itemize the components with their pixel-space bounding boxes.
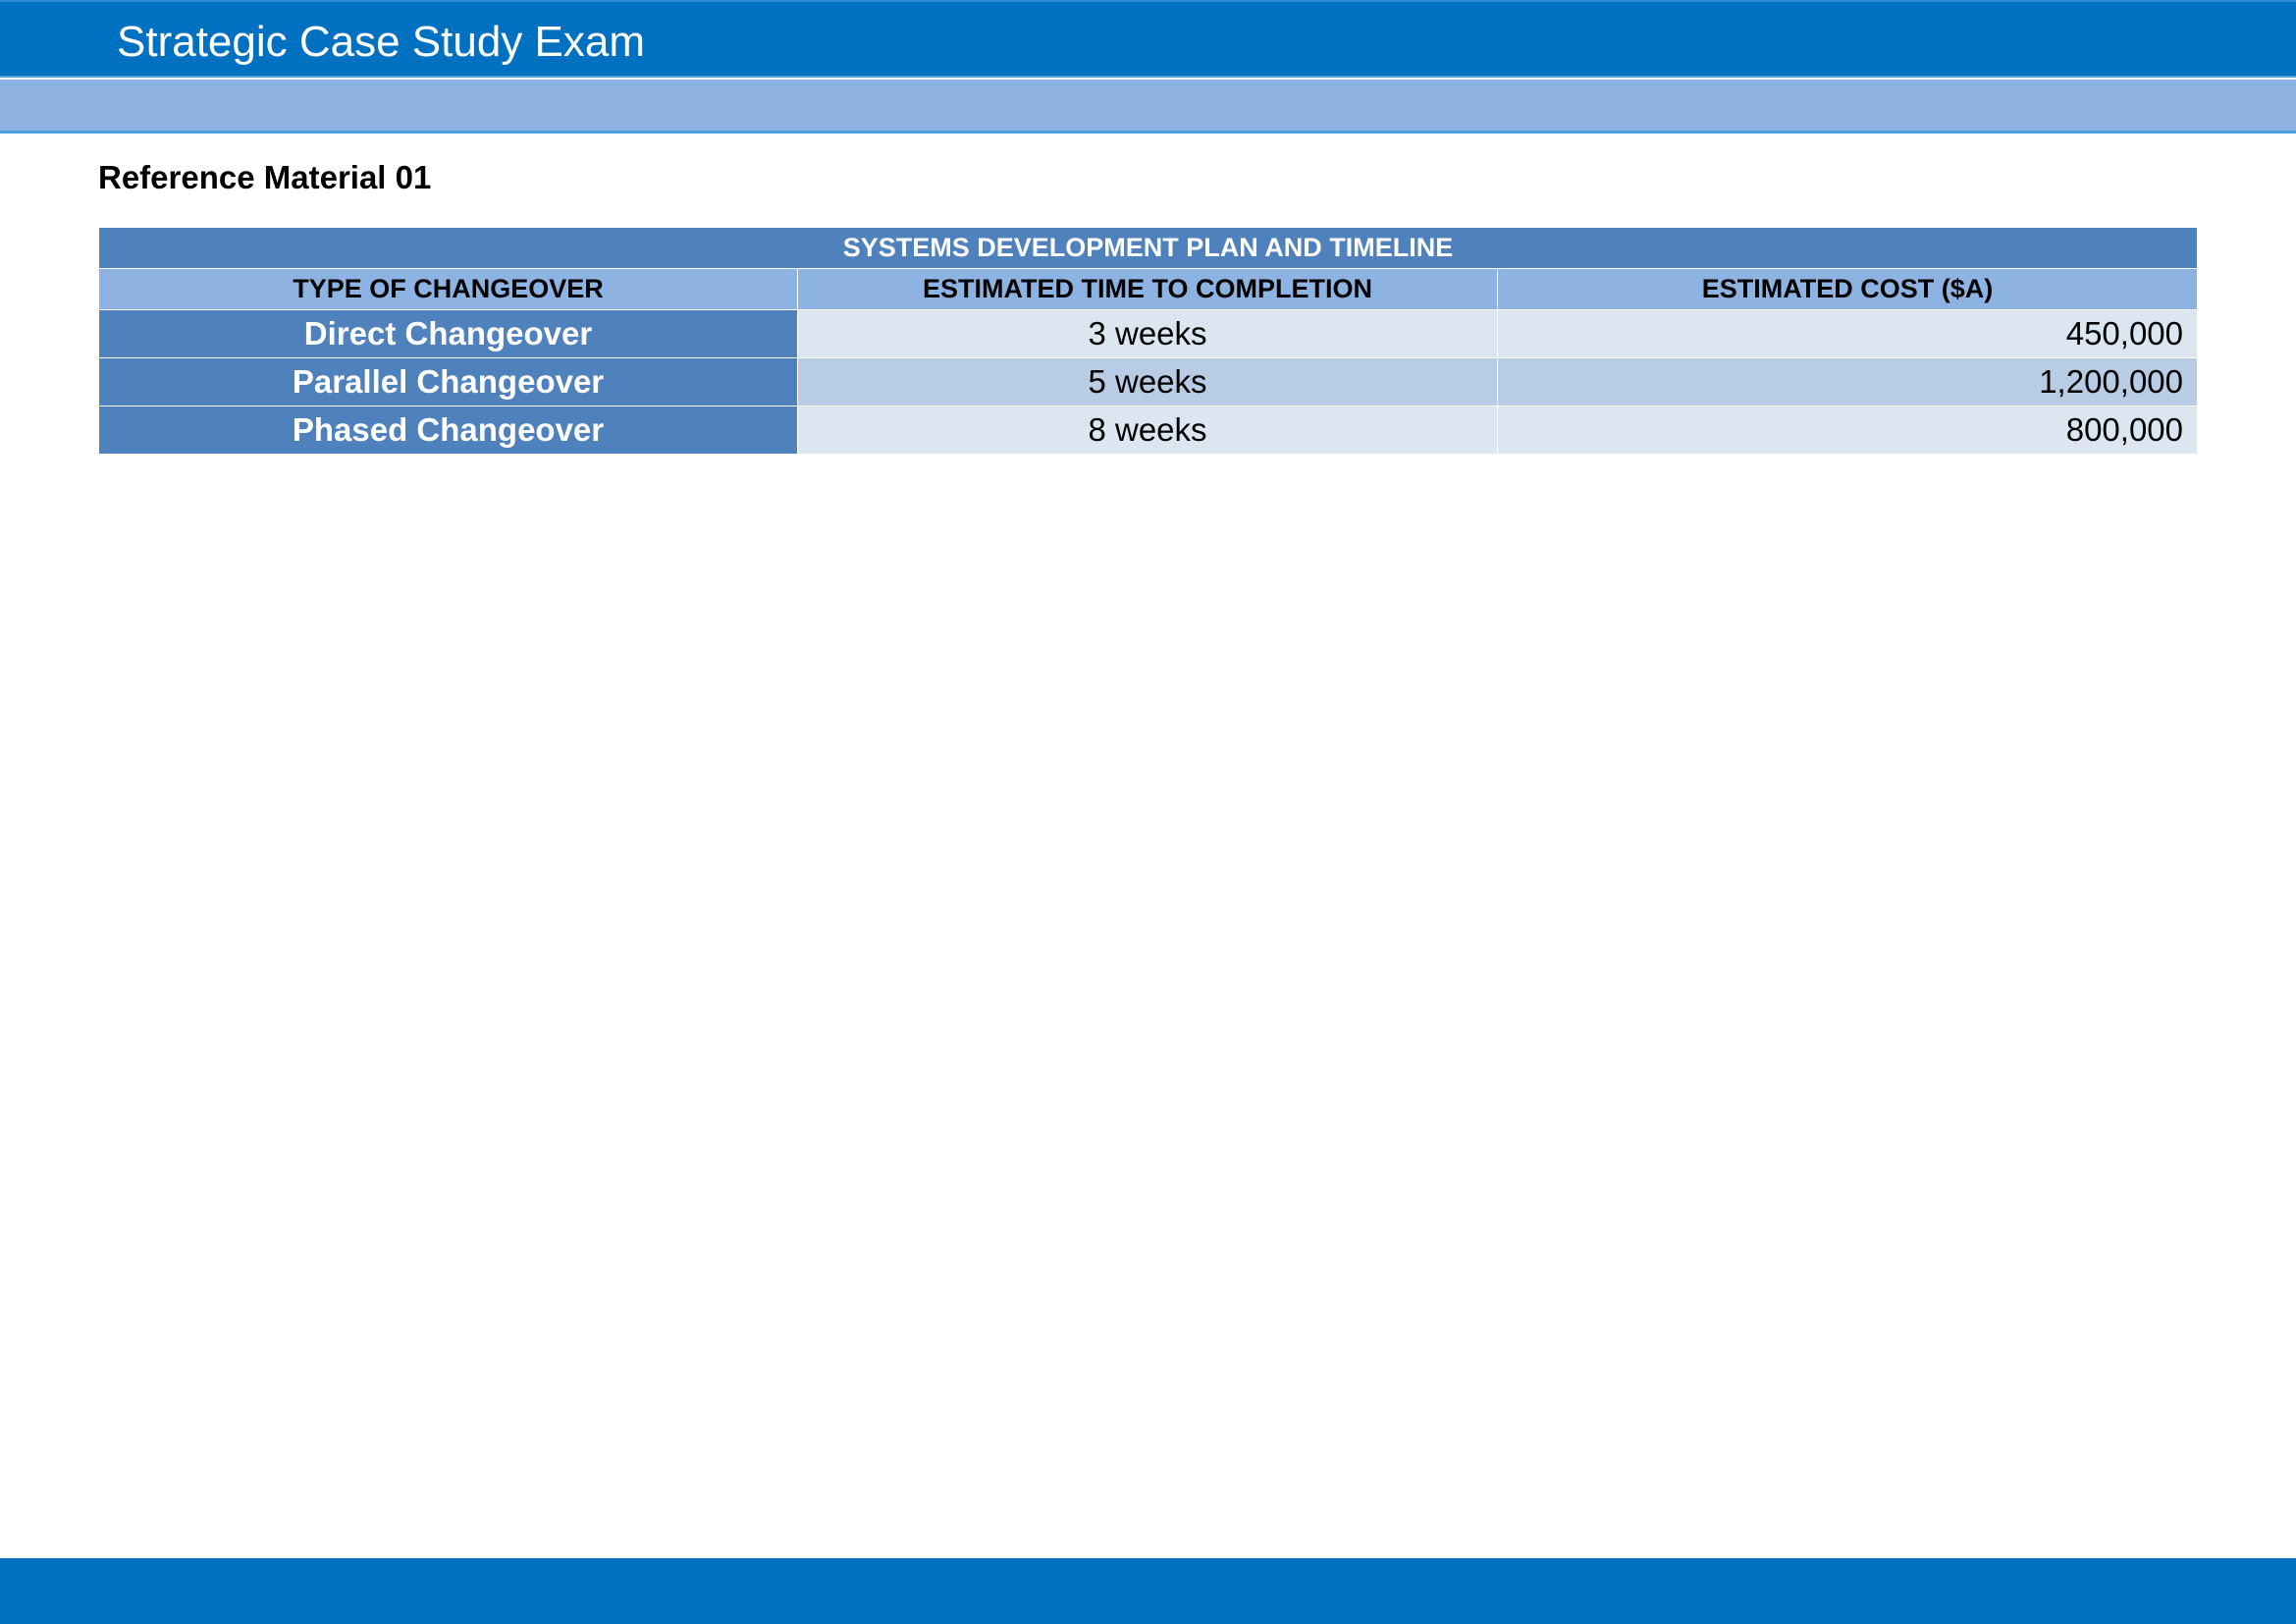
table-row: Phased Changeover 8 weeks 800,000 (98, 406, 2199, 455)
reference-heading: Reference Material 01 (98, 159, 432, 195)
estimated-cost: 450,000 (1496, 309, 2199, 358)
changeover-type: Phased Changeover (98, 406, 798, 455)
sub-header-bar (0, 80, 2296, 134)
changeover-type: Direct Changeover (98, 309, 798, 358)
changeover-type: Parallel Changeover (98, 357, 798, 406)
completion-time: 8 weeks (797, 406, 1498, 455)
development-plan-table: SYSTEMS DEVELOPMENT PLAN AND TIMELINE TY… (97, 227, 2199, 455)
column-header-type: TYPE OF CHANGEOVER (98, 268, 798, 310)
table-title: SYSTEMS DEVELOPMENT PLAN AND TIMELINE (97, 227, 2199, 269)
estimated-cost: 800,000 (1496, 406, 2199, 455)
completion-time: 5 weeks (797, 357, 1498, 406)
exam-title: Strategic Case Study Exam (117, 18, 646, 66)
table-title-row: SYSTEMS DEVELOPMENT PLAN AND TIMELINE (97, 227, 2199, 269)
footer-bar (0, 1558, 2296, 1624)
table-row: Parallel Changeover 5 weeks 1,200,000 (98, 357, 2199, 406)
estimated-cost: 1,200,000 (1496, 357, 2199, 406)
column-header-time: ESTIMATED TIME TO COMPLETION (797, 268, 1498, 310)
table-row: Direct Changeover 3 weeks 450,000 (98, 309, 2199, 358)
completion-time: 3 weeks (797, 309, 1498, 358)
header-bar: Strategic Case Study Exam (0, 0, 2296, 78)
table-header-row: TYPE OF CHANGEOVER ESTIMATED TIME TO COM… (98, 268, 2199, 310)
exam-page: Strategic Case Study Exam Reference Mate… (0, 0, 2296, 1624)
column-header-cost: ESTIMATED COST ($A) (1496, 268, 2199, 310)
